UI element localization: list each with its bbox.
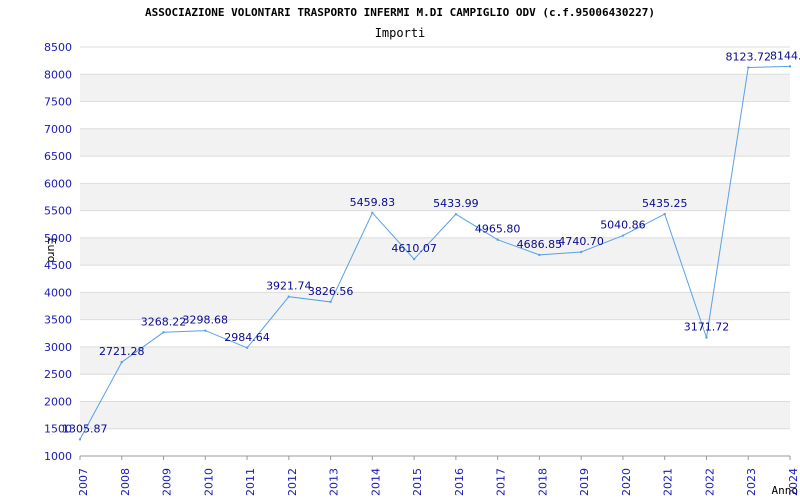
band: [80, 128, 790, 157]
data-label: 2721.28: [99, 345, 145, 358]
data-point: [538, 253, 541, 257]
x-tick-label: 2008: [119, 468, 132, 496]
data-point: [621, 234, 625, 237]
data-label: 3171.72: [684, 321, 730, 334]
data-point: [78, 438, 82, 441]
data-point: [788, 65, 792, 68]
chart-subtitle: Importi: [375, 26, 426, 40]
data-label: 2984.64: [224, 331, 270, 344]
data-point: [579, 250, 583, 254]
y-tick-label: 2000: [44, 395, 72, 408]
x-tick-label: 2010: [202, 468, 215, 496]
data-point: [120, 360, 123, 364]
data-label: 3921.74: [266, 280, 312, 293]
data-label: 5435.25: [642, 197, 688, 210]
y-tick-label: 7000: [44, 123, 72, 136]
x-tick-label: 2021: [662, 468, 675, 496]
y-tick-label: 5500: [44, 205, 72, 218]
data-point: [162, 331, 165, 334]
data-point: [663, 212, 666, 216]
y-tick-label: 8500: [44, 41, 72, 54]
x-tick-label: 2014: [369, 468, 382, 496]
x-tick-label: 2019: [578, 468, 591, 496]
data-label: 4686.85: [517, 238, 563, 251]
band: [80, 401, 790, 429]
data-point: [496, 238, 499, 241]
data-label: 8123.72: [725, 51, 771, 64]
data-point: [747, 66, 750, 69]
x-tick-label: 2023: [745, 468, 758, 496]
data-point: [371, 211, 374, 214]
chart-title: ASSOCIAZIONE VOLONTARI TRASPORTO INFERMI…: [145, 6, 655, 19]
y-tick-label: 3000: [44, 341, 72, 354]
y-tick-label: 6500: [44, 150, 72, 163]
x-tick-label: 2018: [536, 468, 549, 496]
y-tick-label: 2500: [44, 368, 72, 381]
data-point: [245, 346, 249, 349]
y-tick-label: 1000: [44, 450, 72, 463]
y-tick-label: 3500: [44, 314, 72, 327]
x-tick-label: 2017: [495, 468, 508, 496]
band: [80, 74, 790, 102]
y-tick-label: 8000: [44, 68, 72, 81]
data-point: [412, 257, 416, 261]
x-tick-label: 2009: [161, 468, 174, 496]
y-tick-label: 7500: [44, 96, 72, 109]
data-label: 4610.07: [391, 242, 437, 255]
x-tick-label: 2012: [286, 468, 299, 496]
y-tick-label: 6000: [44, 177, 72, 190]
data-label: 4965.80: [475, 223, 521, 236]
data-label: 3268.22: [141, 315, 187, 328]
y-tick-label: 5000: [44, 232, 72, 245]
chart: ASSOCIAZIONE VOLONTARI TRASPORTO INFERMI…: [44, 6, 800, 497]
x-tick-label: 2022: [703, 468, 716, 496]
x-tick-label: 2020: [620, 468, 633, 496]
data-point: [287, 295, 291, 298]
data-label: 4740.70: [558, 235, 604, 248]
data-point: [329, 300, 332, 304]
band: [80, 346, 790, 375]
data-point: [705, 336, 708, 339]
data-label: 3298.68: [183, 314, 229, 327]
x-tick-label: 2024: [787, 468, 800, 496]
x-tick-label: 2013: [328, 468, 341, 496]
data-label: 5459.83: [350, 196, 396, 209]
data-label: 5040.86: [600, 219, 646, 232]
x-tick-label: 2016: [453, 468, 466, 496]
data-label: 3826.56: [308, 285, 354, 298]
y-tick-label: 4500: [44, 259, 72, 272]
x-axis-ticks: 2007 2008 2009 2010 2011 2012 2013 2014 2015 2016…: [77, 456, 800, 496]
data-label: 1305.87: [62, 422, 108, 435]
y-tick-label: 4000: [44, 286, 72, 299]
data-label: 5433.99: [433, 197, 479, 210]
x-tick-label: 2011: [244, 468, 257, 496]
data-point: [204, 329, 207, 332]
x-tick-label: 2015: [411, 468, 424, 496]
x-tick-label: 2007: [77, 468, 90, 496]
data-point: [454, 212, 458, 216]
data-label: 8144.6: [770, 49, 800, 62]
